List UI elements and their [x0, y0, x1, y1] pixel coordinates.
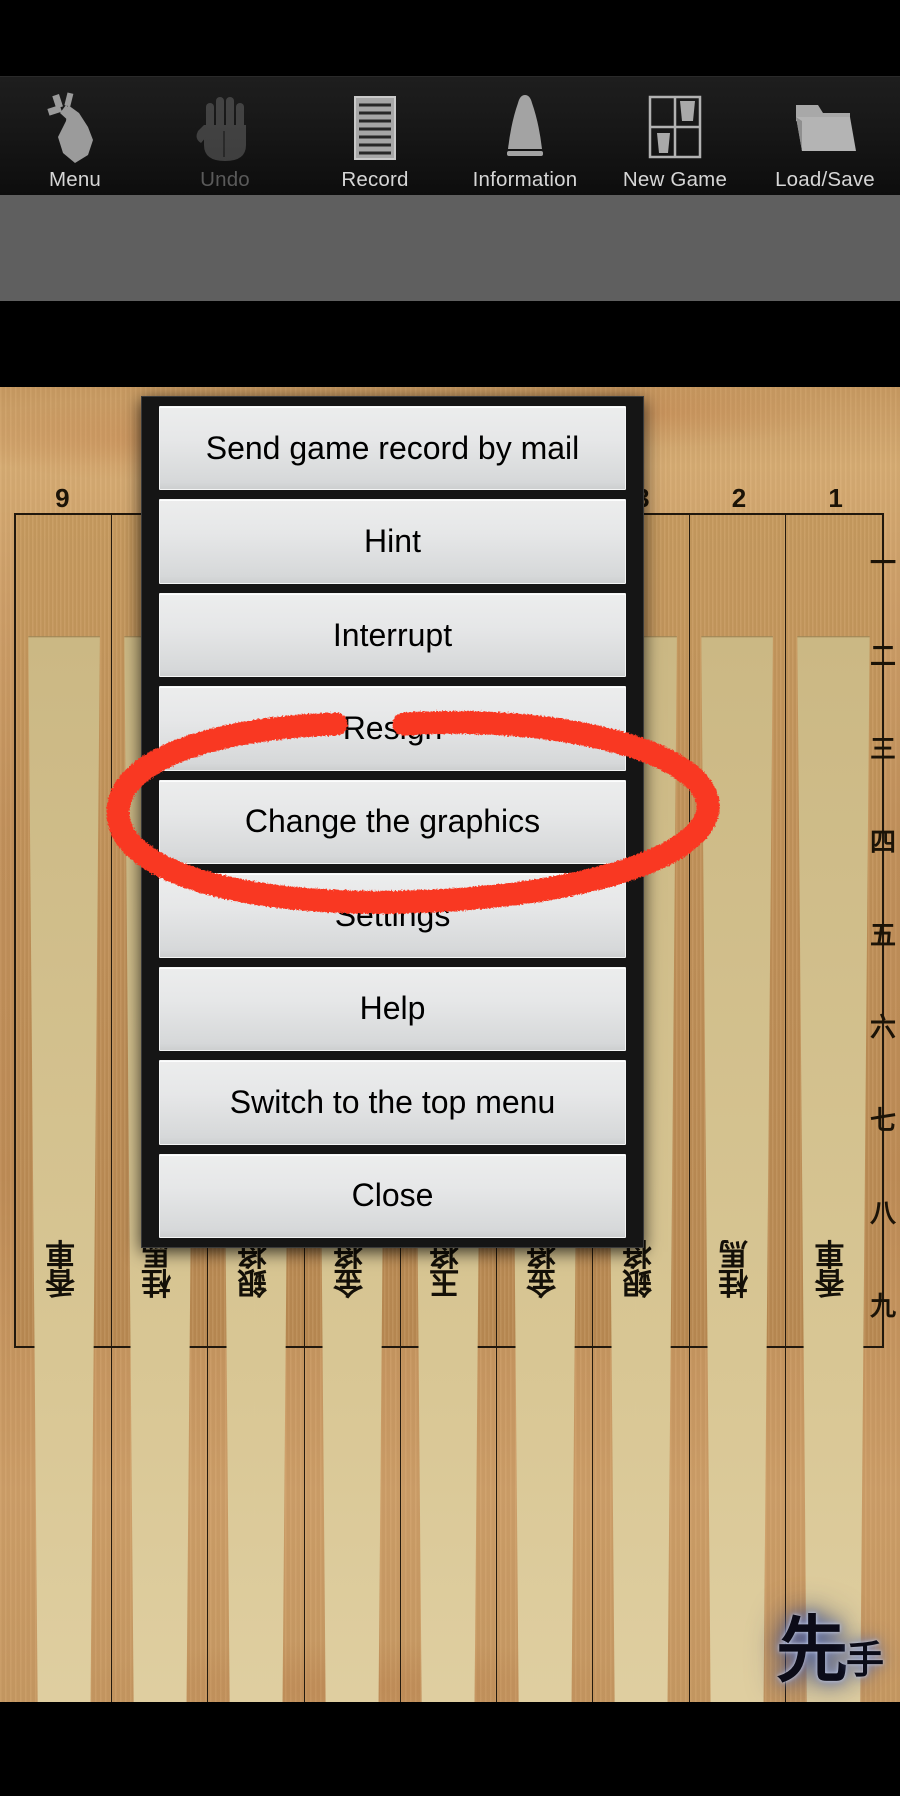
shogi-piece[interactable]: 桂馬	[699, 636, 775, 1702]
open-hand-icon	[150, 89, 300, 167]
app-screen: Menu Undo Record Information New Game Lo…	[0, 0, 900, 1796]
toolbar-item-record[interactable]: Record	[300, 76, 450, 195]
board-square[interactable]: 香車	[16, 515, 113, 1702]
board-square[interactable]: 香車	[786, 515, 882, 1702]
file-number: 2	[731, 483, 747, 513]
rank-numeral: 六	[870, 1013, 897, 1044]
shogi-piece[interactable]: 香車	[26, 636, 102, 1702]
toolbar-item-label: New Game	[622, 168, 728, 191]
lined-paper-icon	[300, 89, 450, 167]
bell-icon	[450, 89, 600, 167]
rank-numeral: 一	[870, 549, 897, 580]
dialog-button-switch-to-the-top-menu[interactable]: Switch to the top menu	[159, 1060, 626, 1145]
toolbar-item-label: Information	[472, 168, 578, 191]
four-pane-board-icon	[600, 89, 750, 167]
dialog-button-settings[interactable]: Settings	[159, 873, 626, 958]
toolbar-item-label: Record	[341, 168, 409, 191]
toolbar-item-menu[interactable]: Menu	[0, 76, 150, 195]
rank-numeral: 七	[870, 1106, 897, 1137]
file-number: 9	[55, 483, 70, 513]
toolbar-item-load-save[interactable]: Load/Save	[750, 76, 900, 195]
dialog-button-change-the-graphics[interactable]: Change the graphics	[159, 779, 626, 865]
rank-numeral: 四	[870, 827, 897, 858]
shogi-piece[interactable]: 香車	[795, 636, 872, 1702]
rank-numeral: 八	[870, 1198, 897, 1229]
dialog-button-send-game-record-by-mail[interactable]: Send game record by mail	[159, 406, 626, 491]
status-bar	[0, 0, 900, 76]
rank-numeral: 二	[870, 642, 897, 673]
toolbar-item-information[interactable]: Information	[450, 76, 600, 195]
toolbar-item-new-game[interactable]: New Game	[600, 76, 750, 195]
dialog-button-close[interactable]: Close	[159, 1153, 626, 1238]
toolbar-item-label: Load/Save	[775, 168, 875, 191]
toolbar-item-label: Menu	[48, 168, 102, 191]
bottom-black-band	[0, 1702, 900, 1796]
dialog-button-hint[interactable]: Hint	[159, 499, 626, 584]
file-number: 1	[828, 483, 843, 513]
board-square[interactable]: 桂馬	[690, 515, 786, 1702]
folder-icon	[750, 89, 900, 167]
rank-numeral: 九	[870, 1291, 897, 1322]
toolbar: Menu Undo Record Information New Game Lo…	[0, 76, 900, 195]
rank-numeral: 三	[870, 734, 897, 765]
dialog-button-help[interactable]: Help	[159, 966, 626, 1052]
dialog-button-resign[interactable]: Resign	[159, 686, 626, 771]
pointing-hand-tap-icon	[0, 89, 150, 167]
rank-numeral: 五	[870, 920, 897, 951]
toolbar-item-undo[interactable]: Undo	[150, 76, 300, 195]
toolbar-item-label: Undo	[200, 168, 250, 191]
captured-pieces-band	[0, 301, 900, 387]
player-info-band	[0, 195, 900, 301]
menu-dialog: Send game record by mail Hint Interrupt Res…	[141, 396, 644, 1248]
dialog-button-interrupt[interactable]: Interrupt	[159, 592, 626, 678]
